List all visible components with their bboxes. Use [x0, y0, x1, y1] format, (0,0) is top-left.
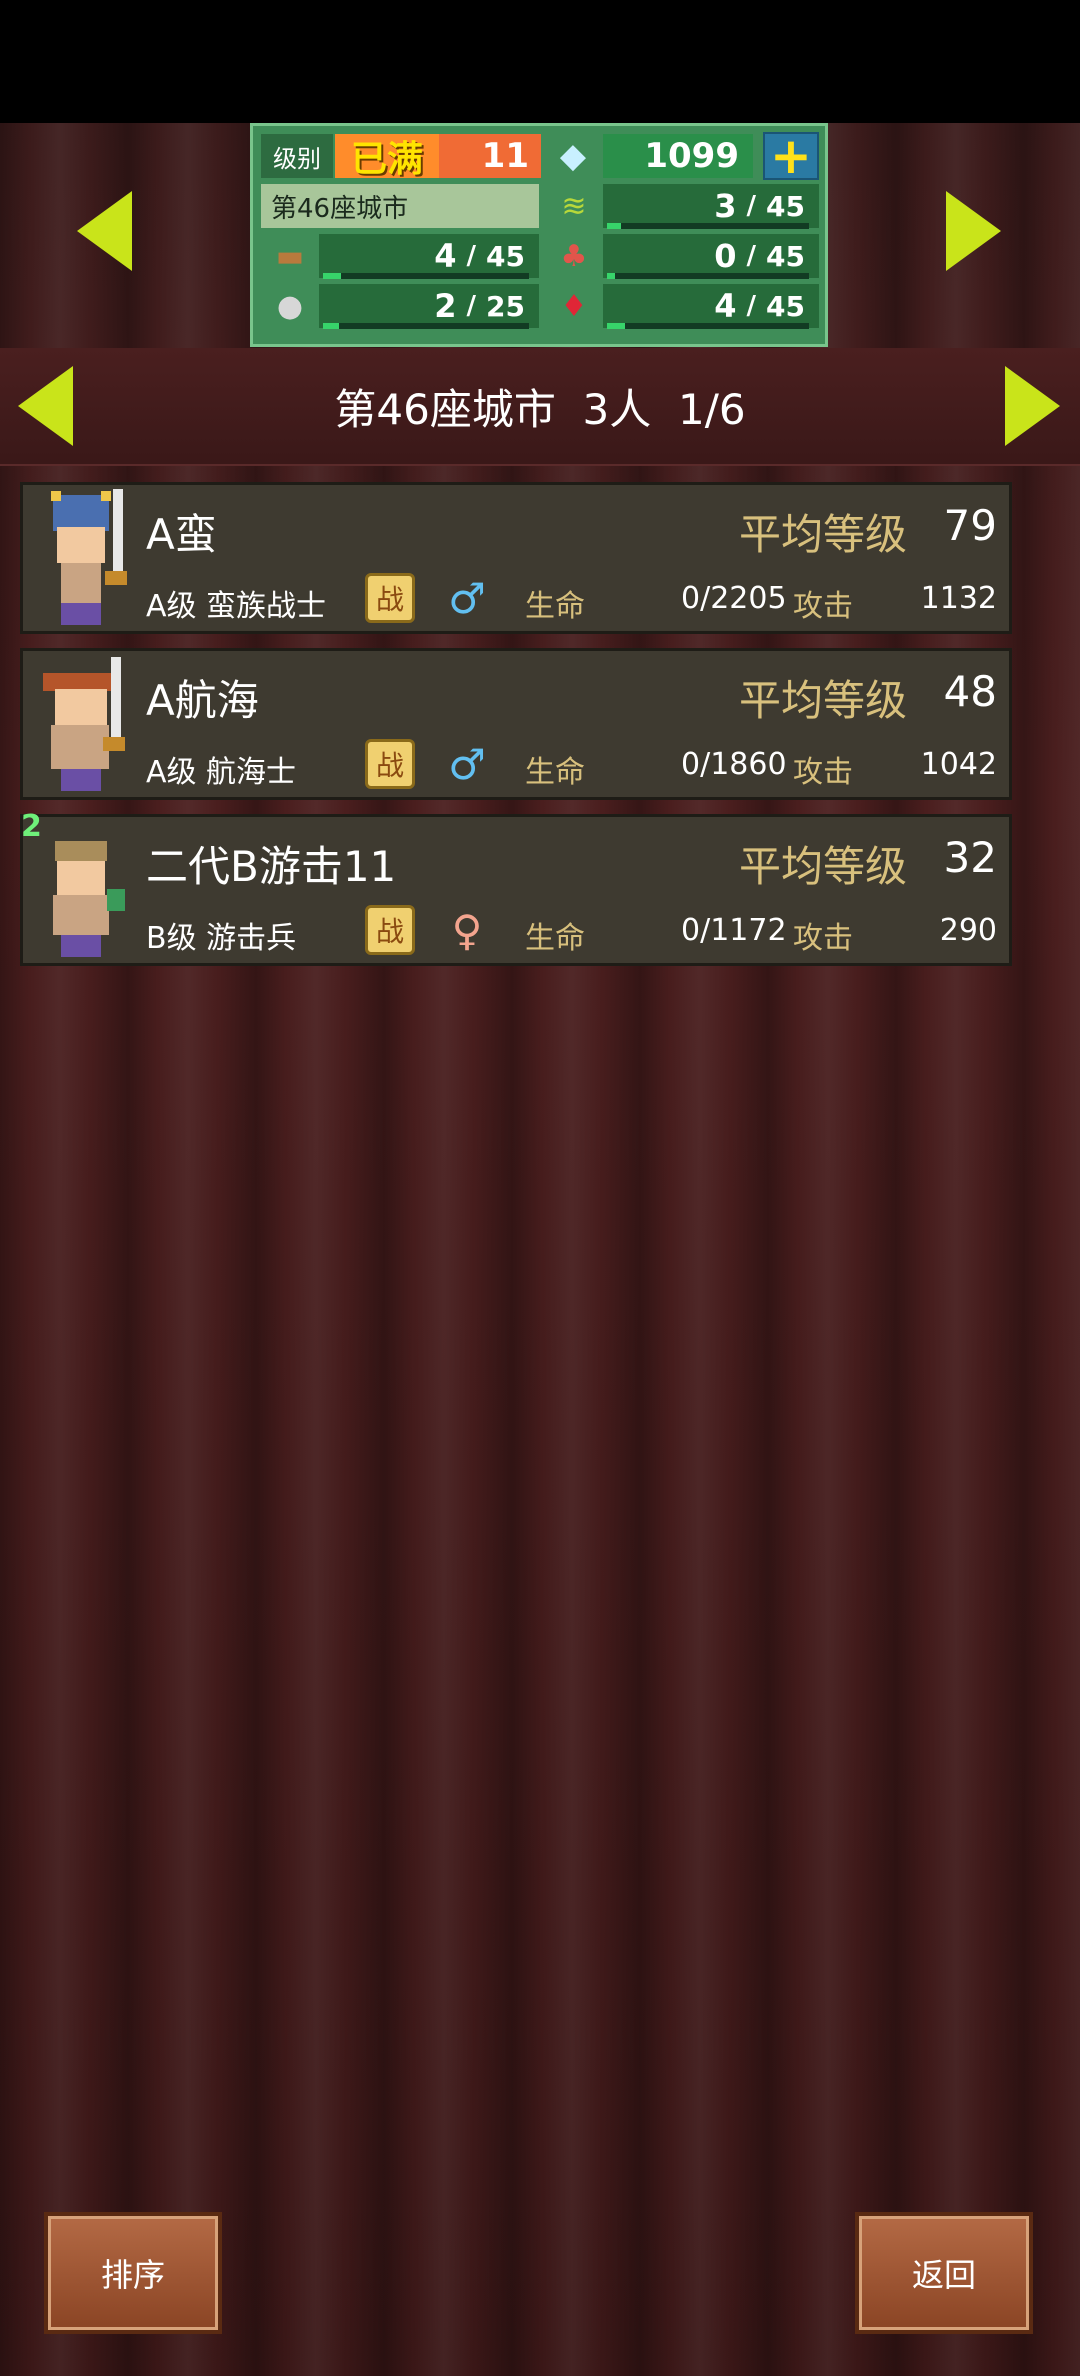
- grass-bar-fill: [607, 223, 621, 229]
- hp-label: 生命: [525, 921, 585, 956]
- battle-icon: 战: [365, 905, 415, 955]
- stone-value: 2 / 25: [319, 284, 539, 328]
- food-value: 0 / 45: [603, 234, 819, 278]
- unit-class: B级 游击兵: [146, 921, 297, 956]
- city-title: 第46座城市 3人 1/6: [334, 384, 746, 434]
- stone-icon: ●: [276, 288, 304, 324]
- hp-value: 0/2205: [681, 581, 787, 616]
- food-bar: [607, 273, 809, 279]
- stone-current: 2: [434, 287, 457, 325]
- back-button[interactable]: 返回: [855, 2212, 1033, 2334]
- food-bar-fill: [607, 273, 616, 279]
- hp-value: 0/1172: [681, 913, 787, 948]
- attack-label: 攻击: [793, 921, 853, 956]
- food-current: 0: [714, 237, 737, 275]
- avg-level-value: 32: [943, 833, 997, 882]
- stone-bar-fill: [323, 323, 340, 329]
- gem-count: 1099: [603, 134, 753, 178]
- attack-value: 1132: [920, 581, 997, 616]
- unit-name: A航海: [146, 676, 259, 725]
- attack-value: 1042: [920, 747, 997, 782]
- unit-portrait: [33, 819, 141, 961]
- prev-city-arrow[interactable]: [77, 191, 132, 271]
- battle-icon: 战: [365, 573, 415, 623]
- resource-hud: 级别 已满 11 ◆ 1099 + 第46座城市 ≋ 3 / 45 ▬ 4 / 45 ♣…: [250, 123, 828, 347]
- hp-label: 生命: [525, 755, 585, 790]
- unit-class: A级 航海士: [146, 755, 297, 790]
- wood-bar: [323, 273, 529, 279]
- status-bar: [0, 0, 1080, 123]
- ruby-bar: [607, 323, 809, 329]
- attack-value: 290: [939, 913, 997, 948]
- wood-value: 4 / 45: [319, 234, 539, 278]
- unit-card[interactable]: 2 二代B游击11 平均等级 32 B级 游击兵 战 ♀ 生命 0/1172 攻…: [20, 809, 1012, 966]
- add-gems-button[interactable]: +: [763, 127, 819, 185]
- unit-card[interactable]: A蛮 平均等级 79 A级 蛮族战士 战 ♂ 生命 0/2205 攻击 1132: [20, 482, 1012, 634]
- battle-icon: 战: [365, 739, 415, 789]
- city-header: 第46座城市 3人 1/6: [0, 348, 1080, 466]
- diamond-icon: ◆: [559, 136, 587, 176]
- ruby-value: 4 / 45: [603, 284, 819, 328]
- slash: /: [466, 241, 477, 271]
- avg-level-value: 79: [943, 501, 997, 550]
- slash: /: [746, 241, 757, 271]
- ruby-icon: ♦: [560, 288, 588, 324]
- slash: /: [466, 291, 477, 321]
- female-icon: ♀: [451, 905, 483, 955]
- grass-bar: [607, 223, 809, 229]
- wood-max: 45: [486, 239, 525, 273]
- grass-icon: ≋: [561, 188, 587, 224]
- unit-name: 二代B游击11: [146, 842, 397, 891]
- male-icon: ♂: [448, 739, 486, 789]
- wood-current: 4: [434, 237, 457, 275]
- male-icon: ♂: [448, 573, 486, 623]
- avg-level-label: 平均等级: [739, 676, 908, 725]
- next-city-arrow[interactable]: [946, 191, 1001, 271]
- wood-bar-fill: [323, 273, 342, 279]
- slash: /: [746, 191, 757, 221]
- stone-max: 25: [486, 289, 525, 323]
- grass-current: 3: [714, 187, 737, 225]
- ruby-current: 4: [714, 287, 737, 325]
- food-icon: ♣: [560, 238, 588, 274]
- unit-portrait: [33, 653, 141, 795]
- sort-button[interactable]: 排序: [44, 2212, 222, 2334]
- unit-name: A蛮: [146, 510, 217, 559]
- unit-card[interactable]: A航海 平均等级 48 A级 航海士 战 ♂ 生命 0/1860 攻击 1042: [20, 648, 1012, 800]
- hp-label: 生命: [525, 589, 585, 624]
- next-page-arrow[interactable]: [1005, 366, 1060, 446]
- stone-bar: [323, 323, 529, 329]
- hp-value: 0/1860: [681, 747, 787, 782]
- ruby-bar-fill: [607, 323, 625, 329]
- ruby-max: 45: [766, 289, 805, 323]
- level-status: 已满: [335, 134, 439, 180]
- unit-class: A级 蛮族战士: [146, 589, 327, 624]
- unit-portrait: [33, 487, 141, 629]
- city-name: 第46座城市: [261, 184, 539, 228]
- avg-level-value: 48: [943, 667, 997, 716]
- avg-level-label: 平均等级: [739, 510, 908, 559]
- level-label: 级别: [261, 134, 333, 178]
- level-value: 11: [439, 134, 541, 178]
- attack-label: 攻击: [793, 589, 853, 624]
- food-max: 45: [766, 239, 805, 273]
- grass-max: 45: [766, 189, 805, 223]
- slash: /: [746, 291, 757, 321]
- wood-icon: ▬: [275, 238, 305, 274]
- avg-level-label: 平均等级: [739, 842, 908, 891]
- grass-value: 3 / 45: [603, 184, 819, 228]
- attack-label: 攻击: [793, 755, 853, 790]
